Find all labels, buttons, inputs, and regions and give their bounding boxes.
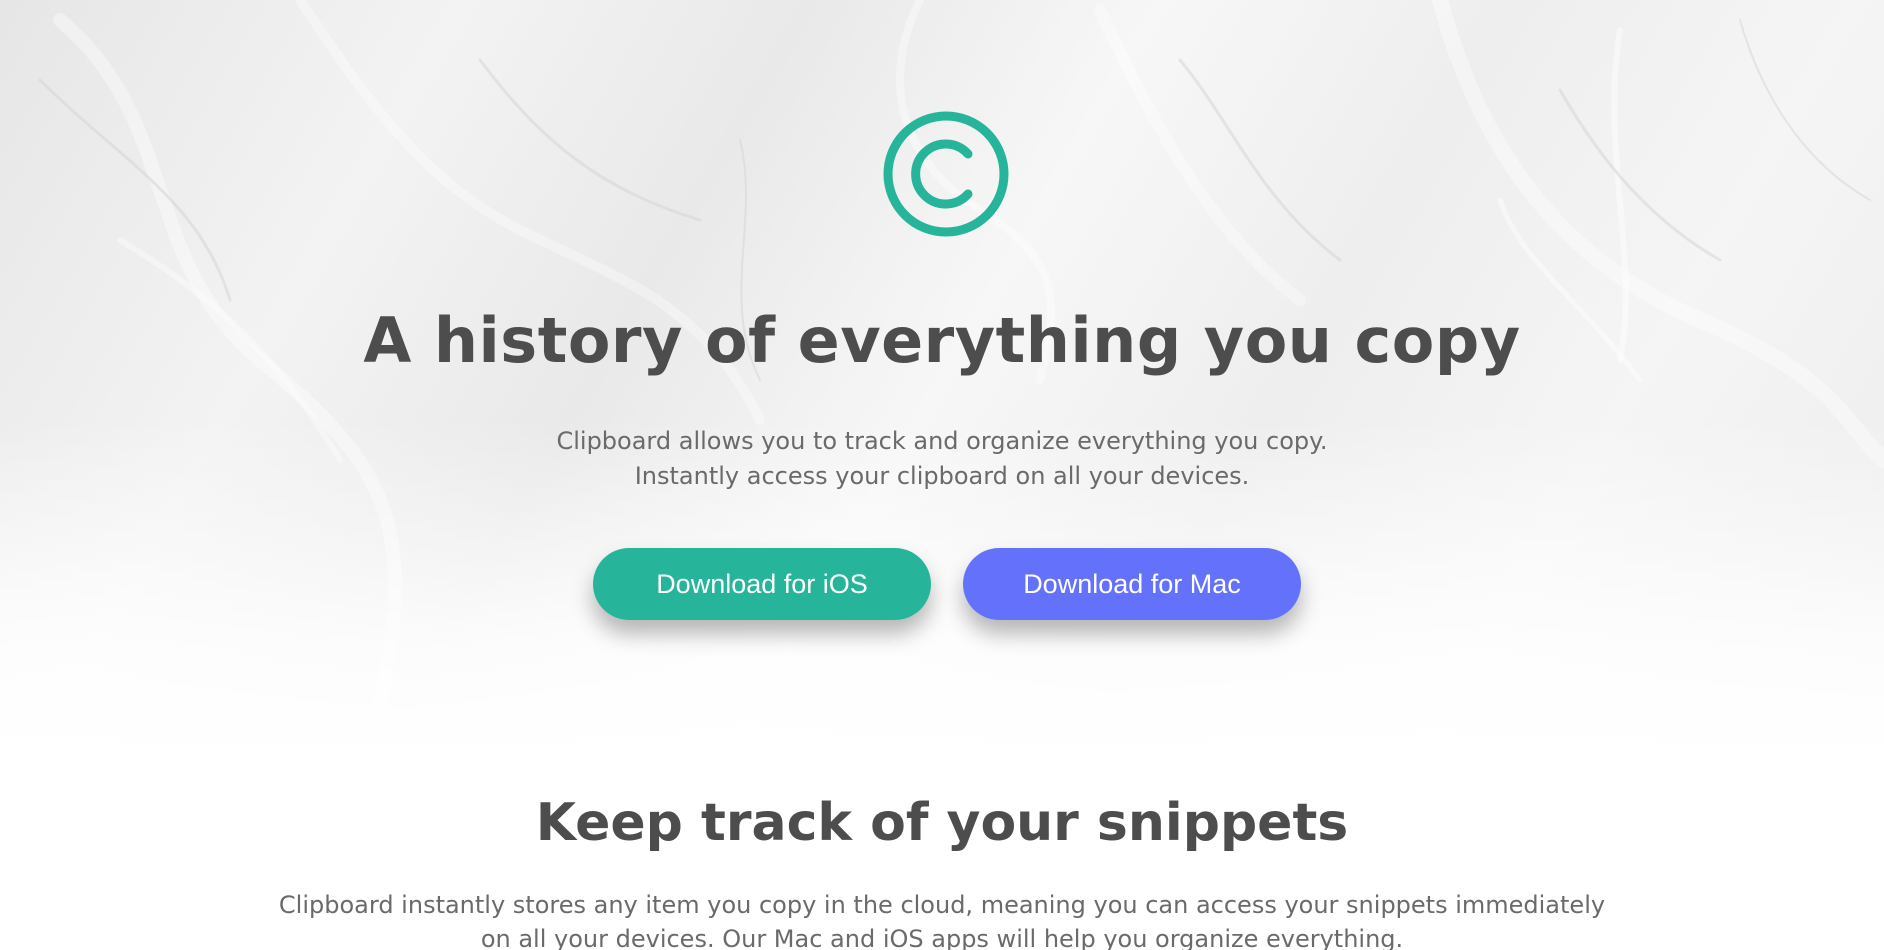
feature-title: Keep track of your snippets [535, 793, 1349, 853]
hero-title: A history of everything you copy [363, 304, 1521, 377]
feature-description-line-2: on all your devices. Our Mac and iOS app… [480, 925, 1404, 950]
copyright-logo-icon [883, 111, 1009, 237]
hero-subtitle-line-2: Instantly access your clipboard on all y… [634, 462, 1250, 490]
feature-description-line-1: Clipboard instantly stores any item you … [278, 891, 1606, 919]
hero-subtitle-line-1: Clipboard allows you to track and organi… [556, 427, 1328, 455]
feature-description: Clipboard instantly stores any item you … [160, 888, 1724, 950]
hero-section: A history of everything you copy Clipboa… [0, 0, 1884, 760]
hero-subtitle: Clipboard allows you to track and organi… [0, 424, 1884, 494]
download-mac-button[interactable]: Download for Mac [963, 548, 1301, 620]
download-ios-button[interactable]: Download for iOS [593, 548, 931, 620]
